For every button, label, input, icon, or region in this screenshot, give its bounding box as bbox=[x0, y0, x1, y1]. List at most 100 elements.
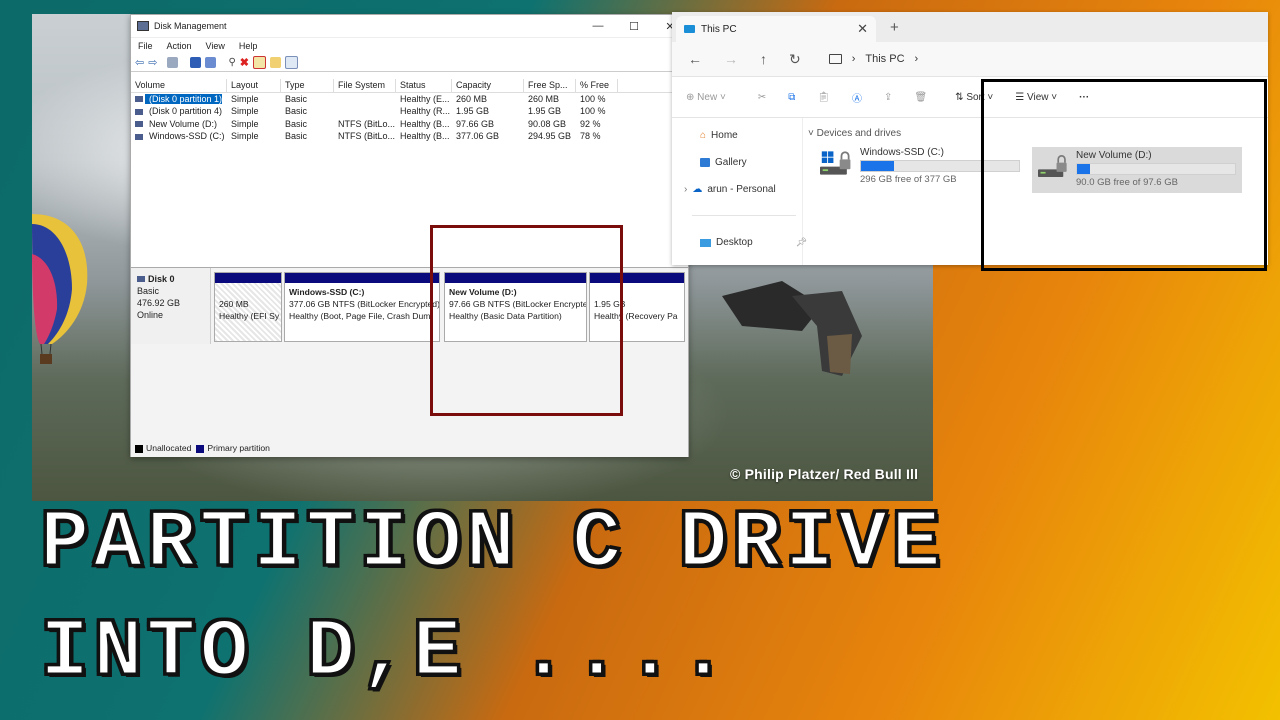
volume-name: Windows-SSD (C:) bbox=[149, 131, 225, 142]
delete-icon[interactable]: ✖ bbox=[240, 56, 249, 69]
partition-bar bbox=[215, 273, 281, 283]
capacity-cell: 260 MB bbox=[456, 93, 488, 104]
col-percent-free[interactable]: % Free bbox=[576, 79, 618, 92]
nav-desktop-label: Desktop bbox=[716, 237, 753, 248]
status-cell: Healthy (E... bbox=[400, 93, 450, 104]
gallery-icon bbox=[700, 158, 710, 167]
chevron-right-icon: › bbox=[851, 53, 856, 65]
chevron-right-icon[interactable]: › bbox=[684, 184, 687, 195]
cut-icon[interactable]: ✂ bbox=[758, 92, 766, 103]
unallocated-swatch bbox=[135, 444, 143, 453]
disk-name: Disk 0 bbox=[148, 274, 175, 284]
maximize-button[interactable]: ☐ bbox=[616, 20, 652, 33]
pin-icon[interactable]: 📌︎ bbox=[796, 237, 807, 248]
legend-unallocated: Unallocated bbox=[146, 443, 192, 453]
volume-table: Volume Layout Type File System Status Ca… bbox=[131, 79, 688, 143]
share-icon[interactable]: ⇪ bbox=[884, 92, 892, 103]
tab-this-pc[interactable]: This PC ✕ bbox=[676, 16, 876, 42]
forward-arrow-icon[interactable]: ⇨ bbox=[148, 56, 157, 69]
disk-status: Online bbox=[137, 310, 164, 320]
console-tree-icon[interactable] bbox=[167, 57, 179, 68]
fs-cell: NTFS (BitLo... bbox=[338, 131, 396, 142]
table-header: Volume Layout Type File System Status Ca… bbox=[131, 79, 688, 93]
properties-icon[interactable] bbox=[205, 57, 217, 68]
col-type[interactable]: Type bbox=[281, 79, 334, 92]
new-tab-icon[interactable]: + bbox=[890, 19, 899, 36]
partition-bar bbox=[285, 273, 439, 283]
table-row[interactable]: Windows-SSD (C:) Simple Basic NTFS (BitL… bbox=[131, 130, 688, 143]
export-list-icon[interactable] bbox=[284, 56, 298, 69]
rename-icon[interactable]: Ⓐ bbox=[852, 90, 862, 105]
legend: Unallocated Primary partition bbox=[135, 443, 270, 453]
capacity-cell: 1.95 GB bbox=[456, 106, 490, 117]
tab-title: This PC bbox=[701, 23, 737, 35]
nav-onedrive[interactable]: › ☁ arun - Personal bbox=[684, 184, 776, 195]
percent-cell: 92 % bbox=[580, 118, 601, 129]
section-devices[interactable]: ˅ Devices and drives bbox=[808, 128, 901, 139]
help-icon[interactable] bbox=[190, 57, 202, 68]
col-volume[interactable]: Volume bbox=[131, 79, 227, 92]
search-drive-icon[interactable] bbox=[269, 57, 281, 68]
drive-usage-fill bbox=[861, 161, 895, 171]
cloud-icon: ☁ bbox=[692, 184, 703, 195]
col-status[interactable]: Status bbox=[396, 79, 452, 92]
menu-view[interactable]: View bbox=[206, 41, 225, 51]
highlight-box-red bbox=[430, 225, 623, 416]
close-tab-icon[interactable]: ✕ bbox=[857, 21, 868, 37]
title-bar: Disk Management — ☐ ✕ bbox=[131, 15, 688, 38]
chevron-right-icon[interactable]: › bbox=[915, 53, 919, 65]
address-bar[interactable]: › This PC › bbox=[828, 53, 919, 65]
volume-icon bbox=[135, 133, 143, 140]
type-cell: Basic bbox=[285, 106, 308, 117]
volume-icon bbox=[135, 121, 143, 128]
percent-cell: 100 % bbox=[580, 106, 606, 117]
partition-c[interactable]: Windows-SSD (C:) 377.06 GB NTFS (BitLock… bbox=[284, 272, 440, 342]
disk-type: Basic bbox=[137, 286, 160, 296]
nav-onedrive-label: arun - Personal bbox=[707, 184, 776, 195]
window-title: Disk Management bbox=[154, 21, 227, 31]
table-row[interactable]: New Volume (D:) Simple Basic NTFS (BitLo… bbox=[131, 118, 688, 131]
copy-icon[interactable]: ⧉ bbox=[788, 92, 795, 103]
refresh-icon[interactable]: ↻ bbox=[789, 51, 801, 68]
delete-icon[interactable]: 🗑︎ bbox=[914, 92, 927, 103]
disk-label[interactable]: Disk 0 Basic 476.92 GB Online bbox=[131, 268, 211, 344]
disk-size: 476.92 GB bbox=[137, 298, 181, 308]
nav-desktop[interactable]: Desktop 📌︎ bbox=[700, 237, 807, 248]
layout-cell: Simple bbox=[231, 118, 259, 129]
percent-cell: 100 % bbox=[580, 93, 606, 104]
menu-help[interactable]: Help bbox=[239, 41, 258, 51]
partition-title: Windows-SSD (C:) bbox=[289, 287, 365, 297]
capacity-cell: 97.66 GB bbox=[456, 118, 495, 129]
col-free-space[interactable]: Free Sp... bbox=[524, 79, 576, 92]
minimize-button[interactable]: — bbox=[580, 20, 616, 33]
nav-gallery[interactable]: Gallery bbox=[700, 157, 747, 168]
nav-home[interactable]: ⌂ Home bbox=[700, 130, 738, 141]
col-file-system[interactable]: File System bbox=[334, 79, 396, 92]
type-cell: Basic bbox=[285, 118, 308, 129]
new-button[interactable]: ⊕ New ˅ bbox=[686, 92, 726, 103]
volume-name: (Disk 0 partition 1) bbox=[145, 93, 223, 104]
up-icon[interactable]: ↑ bbox=[760, 51, 767, 67]
free-cell: 294.95 GB bbox=[528, 131, 572, 142]
partition-efi[interactable]: 260 MB Healthy (EFI Sy bbox=[214, 272, 282, 342]
col-capacity[interactable]: Capacity bbox=[452, 79, 524, 92]
col-layout[interactable]: Layout bbox=[227, 79, 281, 92]
computer-icon bbox=[828, 54, 842, 64]
back-arrow-icon[interactable]: ⇦ bbox=[135, 56, 144, 69]
paste-icon[interactable]: 📋︎ bbox=[817, 92, 830, 103]
photo-credit: © Philip Platzer/ Red Bull Ill bbox=[730, 466, 919, 482]
status-cell: Healthy (B... bbox=[400, 118, 450, 129]
connect-drive-icon[interactable]: ⚲ bbox=[228, 57, 235, 68]
capacity-cell: 377.06 GB bbox=[456, 131, 500, 142]
forward-icon[interactable]: → bbox=[724, 51, 738, 67]
layout-cell: Simple bbox=[231, 131, 259, 142]
disk-icon bbox=[137, 276, 145, 282]
table-row[interactable]: (Disk 0 partition 1) Simple Basic Health… bbox=[131, 93, 688, 106]
menu-file[interactable]: File bbox=[138, 41, 153, 51]
table-row[interactable]: (Disk 0 partition 4) Simple Basic Health… bbox=[131, 105, 688, 118]
disk-management-icon bbox=[137, 21, 149, 31]
check-disk-icon[interactable] bbox=[252, 56, 266, 69]
navigation-pane: ⌂ Home Gallery › ☁ arun - Personal Desktop 📌… bbox=[672, 118, 807, 265]
menu-action[interactable]: Action bbox=[167, 41, 192, 51]
back-icon[interactable]: ← bbox=[688, 51, 702, 67]
